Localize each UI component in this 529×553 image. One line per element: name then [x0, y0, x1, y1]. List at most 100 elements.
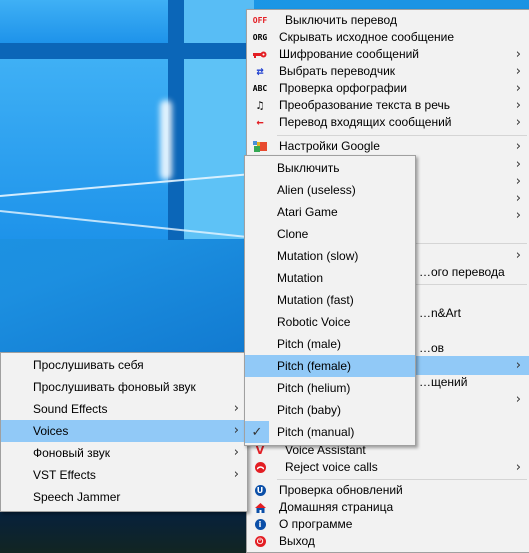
menu-item-label: Clone: [277, 227, 309, 241]
voice-option-mutation-slow[interactable]: Mutation (slow): [245, 245, 415, 267]
menu-item-label: Robotic Voice: [277, 315, 351, 329]
menu-item-google-settings[interactable]: Настройки Google ›: [247, 138, 529, 155]
menu-item-text-to-speech[interactable]: ♫ Преобразование текста в речь ›: [247, 97, 529, 114]
menu-item-label: Pitch (baby): [277, 403, 342, 417]
menu-item-label: Выбрать переводчик: [279, 64, 396, 78]
menu-item-speech-jammer[interactable]: Speech Jammer: [1, 486, 247, 508]
menu-item-label: Преобразование текста в речь: [279, 98, 450, 112]
left-arrow-icon: ←: [256, 115, 264, 129]
menu-item-check-updates[interactable]: U Проверка обновлений: [247, 482, 529, 499]
menu-item-encryption[interactable]: Шифрование сообщений ›: [247, 46, 529, 63]
chevron-right-icon: ›: [515, 98, 521, 113]
menu-separator: [277, 479, 527, 480]
menu-item-label: Mutation: [277, 271, 324, 285]
menu-item-label: Voices: [33, 424, 69, 438]
wallpaper-pane: [184, 0, 254, 43]
menu-item-vst-effects[interactable]: VST Effects ›: [1, 464, 247, 486]
menu-item-label: VST Effects: [33, 468, 96, 482]
menu-item-hide-original[interactable]: ORG Скрывать исходное сообщение: [247, 29, 529, 46]
voice-assistant-icon: V: [255, 444, 265, 457]
menu-item-label: Pitch (manual): [277, 425, 355, 439]
home-icon: [252, 502, 268, 514]
menu-item-label: Speech Jammer: [33, 490, 121, 504]
audio-submenu: Прослушивать себя Прослушивать фоновый з…: [0, 352, 248, 512]
menu-item-disable-translation[interactable]: OFF Выключить перевод: [247, 12, 529, 29]
menu-item-spellcheck[interactable]: ABC Проверка орфографии ›: [247, 80, 529, 97]
voice-option-pitch-helium[interactable]: Pitch (helium): [245, 377, 415, 399]
chevron-right-icon: ›: [515, 139, 521, 154]
power-icon: ⏻: [252, 536, 268, 548]
chevron-right-icon: ›: [515, 358, 521, 373]
voice-option-mutation[interactable]: Mutation: [245, 267, 415, 289]
menu-item-voices[interactable]: Voices ›: [1, 420, 247, 442]
wallpaper-mullion: [0, 43, 250, 59]
chevron-right-icon: ›: [515, 47, 521, 62]
key-icon: [252, 49, 268, 61]
voice-option-mutation-fast[interactable]: Mutation (fast): [245, 289, 415, 311]
voice-option-clone[interactable]: Clone: [245, 223, 415, 245]
menu-item-label: Настройки Google: [279, 139, 380, 153]
voice-option-pitch-manual[interactable]: ✓ Pitch (manual): [245, 421, 415, 443]
voice-option-pitch-male[interactable]: Pitch (male): [245, 333, 415, 355]
chevron-right-icon: ›: [515, 115, 521, 130]
chevron-right-icon: ›: [233, 467, 239, 482]
menu-item-label: Шифрование сообщений: [279, 47, 419, 61]
menu-item-label: Atari Game: [277, 205, 338, 219]
voice-option-alien[interactable]: Alien (useless): [245, 179, 415, 201]
menu-item-label: Mutation (fast): [277, 293, 354, 307]
menu-item-label: Pitch (helium): [277, 381, 351, 395]
menu-item-listen-self[interactable]: Прослушивать себя: [1, 354, 247, 376]
menu-item-label: Выключить перевод: [285, 13, 397, 27]
menu-item-choose-translator[interactable]: ⇄ Выбрать переводчик ›: [247, 63, 529, 80]
menu-item-incoming-translation[interactable]: ← Перевод входящих сообщений ›: [247, 114, 529, 131]
voice-option-robotic[interactable]: Robotic Voice: [245, 311, 415, 333]
menu-item-label: …n&Art: [419, 306, 462, 320]
music-note-icon: ♫: [256, 99, 264, 112]
voice-option-pitch-baby[interactable]: Pitch (baby): [245, 399, 415, 421]
menu-item-about[interactable]: i О программе: [247, 516, 529, 533]
menu-item-label: Выключить: [277, 161, 340, 175]
menu-item-reject-voice-calls[interactable]: Reject voice calls ›: [247, 459, 529, 476]
chevron-right-icon: ›: [515, 174, 521, 189]
abc-icon: ABC: [252, 84, 268, 93]
swap-arrows-icon: ⇄: [256, 64, 264, 78]
menu-item-label: Sound Effects: [33, 402, 108, 416]
menu-item-label: …ого перевода: [419, 265, 505, 279]
off-icon: OFF: [252, 16, 268, 25]
chevron-right-icon: ›: [233, 423, 239, 438]
voice-option-atari-game[interactable]: Atari Game: [245, 201, 415, 223]
chevron-right-icon: ›: [515, 157, 521, 172]
menu-item-label: …ов: [419, 341, 445, 355]
menu-item-label: О программе: [279, 517, 353, 531]
menu-separator: [277, 135, 527, 136]
menu-item-label: Прослушивать себя: [33, 358, 144, 372]
chevron-right-icon: ›: [515, 248, 521, 263]
voice-option-off[interactable]: Выключить: [245, 157, 415, 179]
menu-item-label: Pitch (male): [277, 337, 342, 351]
voices-submenu: Выключить Alien (useless) Atari Game Clo…: [244, 155, 416, 446]
menu-item-background-sound[interactable]: Фоновый звук ›: [1, 442, 247, 464]
org-icon: ORG: [252, 33, 268, 42]
menu-item-sound-effects[interactable]: Sound Effects ›: [1, 398, 247, 420]
google-icon: [252, 141, 268, 153]
reject-call-icon: [252, 462, 268, 474]
info-icon: i: [252, 519, 268, 531]
voice-option-pitch-female[interactable]: Pitch (female): [245, 355, 415, 377]
chevron-right-icon: ›: [515, 191, 521, 206]
chevron-right-icon: ›: [515, 392, 521, 407]
menu-item-label: Перевод входящих сообщений: [279, 115, 452, 129]
menu-item-label: Скрывать исходное сообщение: [279, 30, 455, 44]
menu-item-label: …щений: [419, 375, 468, 389]
menu-item-label: Alien (useless): [277, 183, 356, 197]
chevron-right-icon: ›: [233, 445, 239, 460]
chevron-right-icon: ›: [515, 460, 521, 475]
menu-item-label: Выход: [279, 534, 315, 548]
menu-item-label: Фоновый звук: [33, 446, 110, 460]
menu-item-listen-background[interactable]: Прослушивать фоновый звук: [1, 376, 247, 398]
menu-item-home-page[interactable]: Домашняя страница: [247, 499, 529, 516]
wallpaper-pane: [0, 0, 168, 43]
menu-item-exit[interactable]: ⏻ Выход: [247, 533, 529, 550]
menu-item-label: Проверка обновлений: [279, 483, 403, 497]
menu-item-label: Reject voice calls: [285, 460, 378, 474]
chevron-right-icon: ›: [233, 401, 239, 416]
